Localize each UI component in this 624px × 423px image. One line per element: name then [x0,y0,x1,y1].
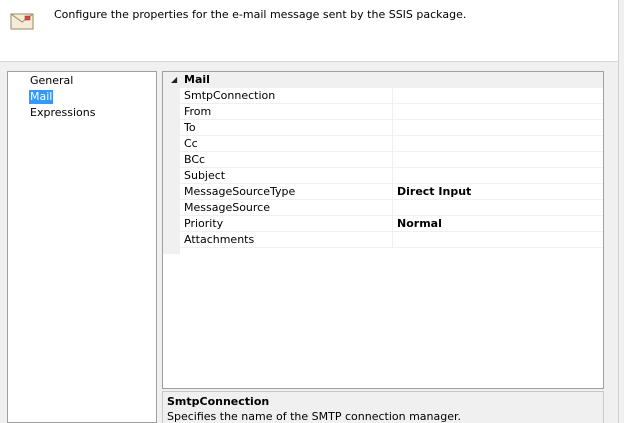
property-value[interactable] [392,88,603,104]
property-grid: ◢ Mail SmtpConnection From To Cc BCc Sub… [162,71,604,389]
description-text: Specifies the name of the SMTP connectio… [167,410,462,423]
property-row-messagesource[interactable]: MessageSource [180,200,603,216]
property-value[interactable]: Direct Input [392,184,603,200]
property-value[interactable] [392,136,603,152]
property-value[interactable] [392,120,603,136]
property-value[interactable] [392,232,603,248]
property-row-smtpconnection[interactable]: SmtpConnection [180,88,603,104]
property-row-from[interactable]: From [180,104,603,120]
property-value[interactable]: Normal [392,216,603,232]
property-row-attachments[interactable]: Attachments [180,232,603,248]
grid-gutter [163,88,180,254]
category-label: Mail [184,73,210,86]
window-edge [618,0,624,423]
property-value[interactable] [392,104,603,120]
page-nav-list: General Mail Expressions [7,71,157,423]
collapse-triangle-icon[interactable]: ◢ [171,73,177,87]
property-name: Attachments [184,233,255,246]
property-row-bcc[interactable]: BCc [180,152,603,168]
property-value[interactable] [392,152,603,168]
property-row-subject[interactable]: Subject [180,168,603,184]
property-row-to[interactable]: To [180,120,603,136]
property-value[interactable] [392,168,603,184]
property-name: MessageSourceType [184,185,296,198]
category-row-mail[interactable]: ◢ Mail [163,72,603,88]
description-title: SmtpConnection [167,395,270,408]
property-row-cc[interactable]: Cc [180,136,603,152]
description-panel: SmtpConnection Specifies the name of the… [162,391,604,423]
property-name: From [184,105,212,118]
nav-item-general[interactable]: General [29,74,74,88]
property-name: Cc [184,137,198,150]
dialog-header: Configure the properties for the e-mail … [0,0,624,62]
property-name: Priority [184,217,224,230]
property-name: MessageSource [184,201,270,214]
property-name: SmtpConnection [184,89,276,102]
property-row-messagesourcetype[interactable]: MessageSourceType Direct Input [180,184,603,200]
envelope-icon [10,11,34,31]
property-value[interactable] [392,200,603,216]
nav-item-mail[interactable]: Mail [29,90,54,104]
header-description: Configure the properties for the e-mail … [54,8,467,21]
property-name: Subject [184,169,226,182]
property-name: BCc [184,153,206,166]
property-name: To [184,121,196,134]
nav-item-expressions[interactable]: Expressions [29,106,96,120]
property-row-priority[interactable]: Priority Normal [180,216,603,232]
